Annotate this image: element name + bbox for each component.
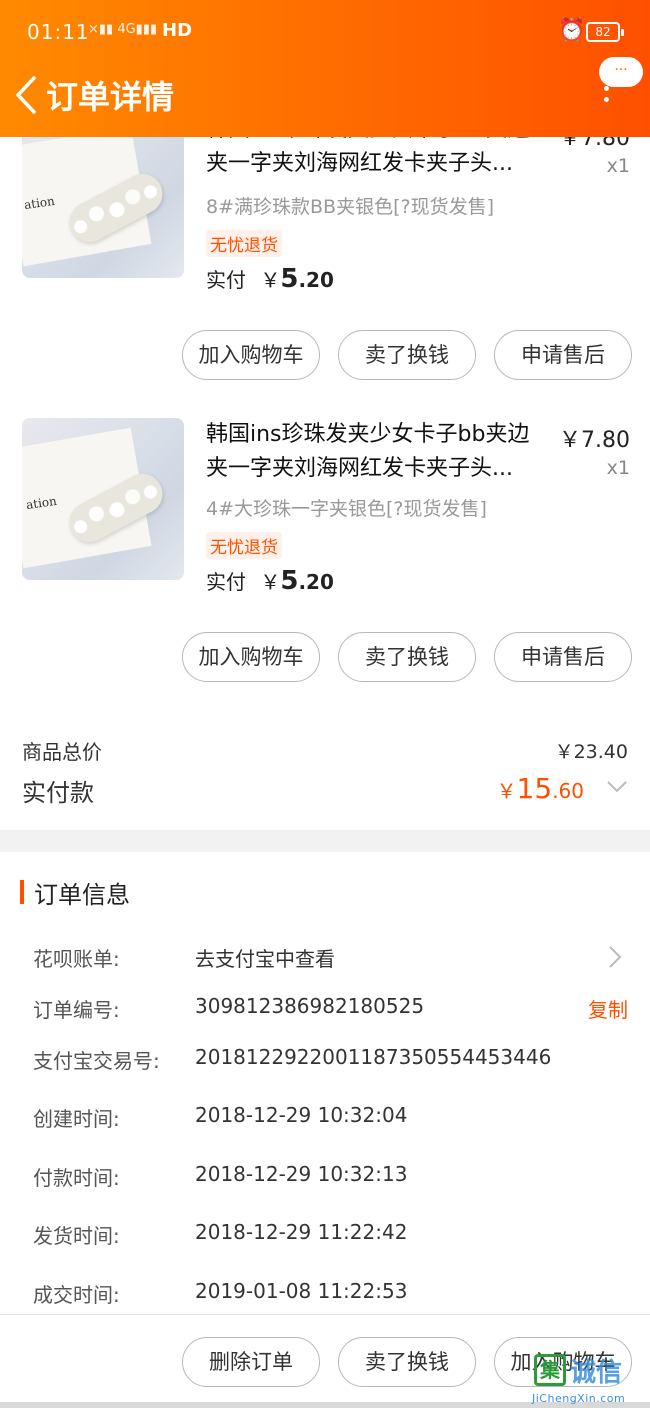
status-time: 01:11 <box>27 20 90 44</box>
order-info-title: 订单信息 <box>34 881 130 909</box>
order-detail-page: ation 韩国ins珍珠发夹少女卡子bb夹边 夹一字夹刘海网红发卡夹子头...… <box>0 0 650 1408</box>
item-paid-amount: 实付 ￥5.20 <box>206 566 334 596</box>
product-thumbnail[interactable]: ation <box>22 116 184 278</box>
item-paid-symbol: ￥ <box>260 268 281 292</box>
delete-order-button[interactable]: 删除订单 <box>182 1337 320 1387</box>
section-accent-bar <box>20 880 24 904</box>
info-key: 发货时间: <box>33 1224 120 1248</box>
info-value[interactable]: 去支付宝中查看 <box>195 943 335 972</box>
section-divider <box>0 830 650 852</box>
page-title: 订单详情 <box>46 78 175 116</box>
kebab-menu-icon[interactable] <box>596 86 616 114</box>
product-price: ￥7.80 <box>559 428 630 453</box>
product-thumbnail[interactable]: ation <box>22 418 184 580</box>
info-row-alipay-trade: 支付宝交易号: 2018122922001187350554453446 <box>0 1045 650 1075</box>
alarm-icon: ⏰ <box>558 18 586 43</box>
info-value: 309812386982180525 <box>195 994 425 1018</box>
info-value: 2019-01-08 11:22:53 <box>195 1279 408 1303</box>
sell-button[interactable]: 卖了换钱 <box>338 632 476 682</box>
kebab-dot <box>603 86 609 91</box>
info-value: 2018-12-29 10:32:04 <box>195 1103 408 1127</box>
after-sales-button[interactable]: 申请售后 <box>494 330 632 380</box>
item-paid-dec: .20 <box>298 268 334 292</box>
info-row-paid: 付款时间: 2018-12-29 10:32:13 <box>0 1162 650 1192</box>
app-header: 01:11 ×▮▮ 4G▮▮▮ HD ⏰ 82 订单详情 ··· <box>0 0 650 137</box>
watermark-logo-icon: 集 <box>534 1354 566 1386</box>
watermark-text: 诚信 <box>570 1358 623 1388</box>
network-indicator: HD <box>162 20 193 41</box>
product-sku: 4#大珍珠一字夹银色[?现货发售] <box>206 498 487 520</box>
item-paid-label: 实付 <box>206 570 246 594</box>
more-menu-button[interactable]: ··· <box>599 57 643 87</box>
goods-total-value: ￥23.40 <box>554 741 628 763</box>
item-paid-dec: .20 <box>298 570 334 594</box>
watermark: 集 诚信 JiChengXin.com <box>530 1350 650 1408</box>
status-bar: 01:11 ×▮▮ 4G▮▮▮ HD ⏰ 82 <box>0 0 650 62</box>
battery-icon: 82 <box>586 22 624 42</box>
paid-total-symbol: ￥ <box>496 779 517 803</box>
item-paid-amount: 实付 ￥5.20 <box>206 264 334 294</box>
product-title-line2: 夹一字夹刘海网红发卡夹子头... <box>206 456 513 481</box>
kebab-dot <box>603 97 609 102</box>
watermark-url: JiChengXin.com <box>532 1392 626 1405</box>
info-key: 订单编号: <box>33 998 120 1022</box>
sell-button[interactable]: 卖了换钱 <box>338 330 476 380</box>
product-title[interactable]: 韩国ins珍珠发夹少女卡子bb夹边 夹一字夹刘海网红发卡夹子头... <box>206 418 551 486</box>
item-paid-int: 5 <box>280 264 299 294</box>
paid-total-int: 15 <box>516 772 553 805</box>
goods-total-label: 商品总价 <box>22 740 102 764</box>
after-sales-button[interactable]: 申请售后 <box>494 632 632 682</box>
info-value: 2018-12-29 10:32:13 <box>195 1162 408 1186</box>
paid-total-label: 实付款 <box>22 779 94 807</box>
info-key: 成交时间: <box>33 1283 120 1307</box>
product-quantity: x1 <box>606 457 630 479</box>
add-to-cart-button[interactable]: 加入购物车 <box>182 330 320 380</box>
return-badge: 无忧退货 <box>206 230 282 257</box>
copy-button[interactable]: 复制 <box>588 994 628 1023</box>
return-badge: 无忧退货 <box>206 532 282 559</box>
info-row-completed: 成交时间: 2019-01-08 11:22:53 <box>0 1279 650 1309</box>
info-key: 支付宝交易号: <box>33 1049 160 1073</box>
product-sku: 8#满珍珠款BB夹银色[?现货发售] <box>206 196 494 218</box>
info-row-shipped: 发货时间: 2018-12-29 11:22:42 <box>0 1220 650 1250</box>
product-quantity: x1 <box>606 155 630 177</box>
info-value: 2018-12-29 11:22:42 <box>195 1220 408 1244</box>
info-value: 2018122922001187350554453446 <box>195 1045 552 1069</box>
product-title-line1: 韩国ins珍珠发夹少女卡子bb夹边 <box>206 422 530 447</box>
chevron-down-icon[interactable] <box>606 778 628 796</box>
sell-button[interactable]: 卖了换钱 <box>338 1337 476 1387</box>
info-key: 花呗账单: <box>33 947 120 971</box>
info-key: 付款时间: <box>33 1166 120 1190</box>
back-arrow-icon[interactable] <box>8 72 48 118</box>
info-row-created: 创建时间: 2018-12-29 10:32:04 <box>0 1103 650 1133</box>
info-key: 创建时间: <box>33 1107 120 1131</box>
paid-total-dec: .60 <box>552 779 584 803</box>
item-paid-label: 实付 <box>206 268 246 292</box>
product-title-line2: 夹一字夹刘海网红发卡夹子头... <box>206 151 513 176</box>
paid-total-value: ￥15.60 <box>497 772 584 805</box>
chevron-right-icon[interactable] <box>608 945 622 969</box>
item-paid-int: 5 <box>280 566 299 596</box>
add-to-cart-button[interactable]: 加入购物车 <box>182 632 320 682</box>
info-row-huabei[interactable]: 花呗账单: 去支付宝中查看 <box>0 943 650 973</box>
info-row-order-number: 订单编号: 309812386982180525 复制 <box>0 994 650 1024</box>
signal-icon: ×▮▮ 4G▮▮▮ <box>88 22 158 37</box>
item-paid-symbol: ￥ <box>260 570 281 594</box>
